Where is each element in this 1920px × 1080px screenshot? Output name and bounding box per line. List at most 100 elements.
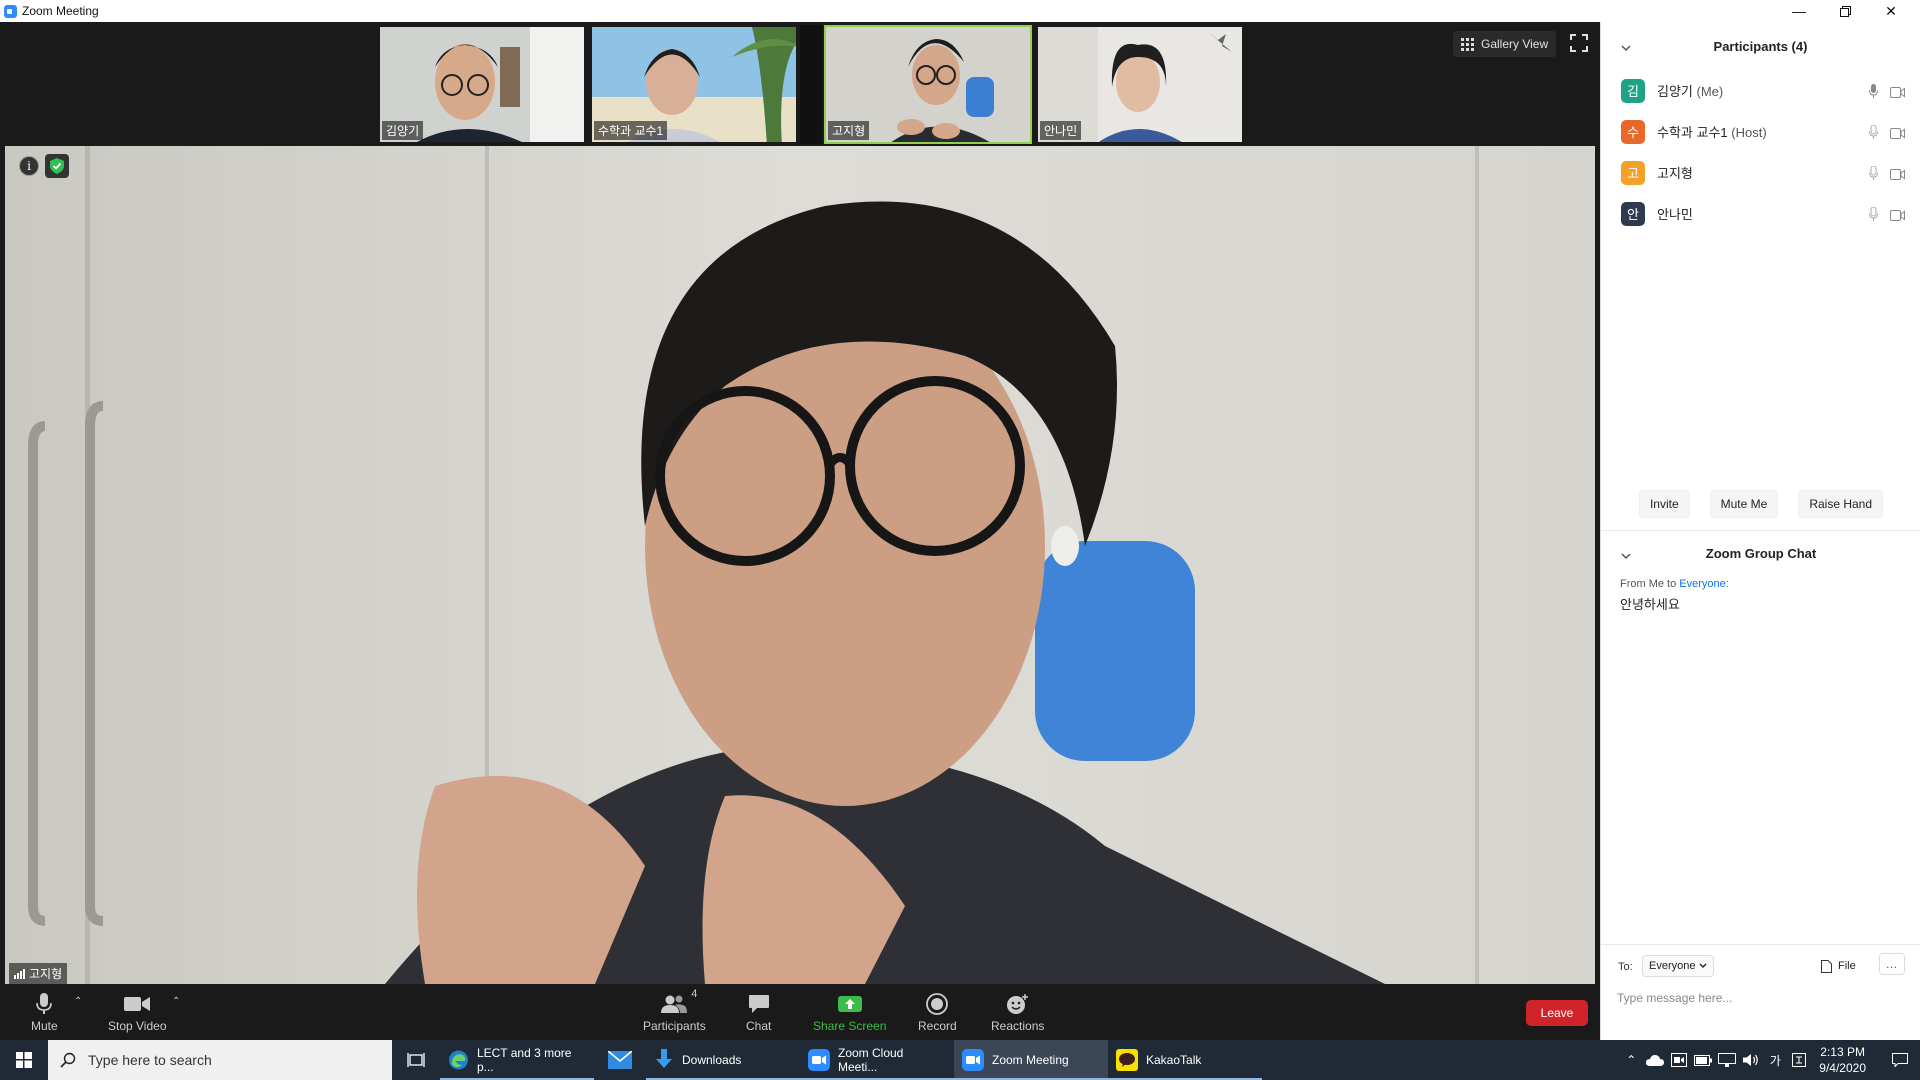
volume-icon[interactable] <box>1739 1040 1763 1080</box>
video-camera-icon[interactable] <box>1890 85 1905 103</box>
fullscreen-icon[interactable] <box>1570 34 1588 52</box>
microphone-icon <box>36 992 53 1016</box>
stop-video-button[interactable]: Stop Video <box>108 992 167 1033</box>
invite-button[interactable]: Invite <box>1638 490 1690 518</box>
taskbar-app-kakaotalk[interactable]: KakaoTalk <box>1108 1040 1262 1080</box>
restore-icon[interactable] <box>1822 0 1868 22</box>
chevron-down-icon <box>1699 963 1707 968</box>
active-speaker-video: i 고지형 <box>5 146 1595 984</box>
chat-message-input[interactable] <box>1617 987 1907 1009</box>
participant-row[interactable]: 안 안나민 <box>1601 193 1920 234</box>
show-hidden-icons-chevron-icon[interactable]: ⌃ <box>1619 1040 1643 1080</box>
close-icon[interactable]: ✕ <box>1868 0 1914 22</box>
microphone-icon[interactable] <box>1869 206 1878 226</box>
video-options-chevron-icon[interactable]: ⌃ <box>172 996 180 1007</box>
mail-icon <box>608 1051 632 1069</box>
meeting-info-icon[interactable]: i <box>19 156 39 176</box>
gallery-view-button[interactable]: Gallery View <box>1453 31 1557 57</box>
video-camera-icon[interactable] <box>1890 126 1905 144</box>
signal-strength-icon <box>14 968 25 979</box>
raise-hand-button[interactable]: Raise Hand <box>1798 490 1884 518</box>
taskbar-clock[interactable]: 2:13 PM 9/4/2020 <box>1819 1044 1866 1076</box>
participant-name: 고지형 <box>828 121 870 140</box>
ime-mode-icon[interactable] <box>1787 1040 1811 1080</box>
record-label: Record <box>918 1019 957 1033</box>
participant-row[interactable]: 고 고지형 <box>1601 152 1920 193</box>
grid-icon <box>1461 37 1474 51</box>
windows-start-icon[interactable] <box>0 1040 48 1080</box>
share-screen-button[interactable]: Share Screen <box>813 992 886 1033</box>
search-icon <box>60 1052 76 1068</box>
collapse-chevron-icon[interactable] <box>1621 41 1631 52</box>
participant-thumbnail[interactable]: 김양기 <box>378 25 586 144</box>
mute-button[interactable]: Mute <box>31 992 58 1033</box>
battery-icon[interactable] <box>1691 1040 1715 1080</box>
clock-date: 9/4/2020 <box>1819 1061 1866 1075</box>
microphone-icon[interactable] <box>1869 124 1878 144</box>
reactions-label: Reactions <box>991 1019 1045 1033</box>
onedrive-cloud-icon[interactable] <box>1643 1040 1667 1080</box>
participant-row[interactable]: 김 김양기 (Me) <box>1601 70 1920 111</box>
leave-meeting-button[interactable]: Leave <box>1526 1000 1588 1026</box>
chat-button[interactable]: Chat <box>746 992 771 1033</box>
microphone-icon[interactable] <box>1869 84 1878 103</box>
file-icon <box>1821 959 1832 973</box>
avatar: 수 <box>1621 119 1645 144</box>
download-icon <box>656 1049 672 1068</box>
video-camera-icon[interactable] <box>1890 167 1905 185</box>
taskbar-app-zoom-cloud[interactable]: Zoom Cloud Meeti... <box>800 1040 954 1080</box>
active-speaker-name: 고지형 <box>29 967 63 981</box>
zoom-icon <box>808 1049 830 1071</box>
ime-language-indicator[interactable]: 가 <box>1763 1040 1787 1080</box>
video-camera-icon <box>124 992 151 1016</box>
file-share-button[interactable]: File <box>1821 955 1856 977</box>
participants-icon: 4 <box>661 988 697 1016</box>
video-camera-icon[interactable] <box>1890 208 1905 226</box>
encryption-shield-icon[interactable] <box>45 154 69 178</box>
participants-button[interactable]: 4 Participants <box>643 988 706 1033</box>
participant-name: 수학과 교수1 <box>594 121 668 140</box>
participant-thumbnail[interactable]: 수학과 교수1 <box>590 25 798 144</box>
participant-row-name: 안나민 <box>1657 207 1693 222</box>
chat-message-text: 안녕하세요 <box>1620 597 1680 612</box>
participants-list: 김 김양기 (Me) 수 수학과 교수1 (Host) 고 고지형 안 안나민 <box>1601 70 1920 234</box>
mute-label: Mute <box>31 1019 58 1033</box>
participant-row-name: 수학과 교수1 (Host) <box>1657 125 1767 140</box>
participant-thumbnail-active[interactable]: 고지형 <box>824 25 1032 144</box>
collapse-chevron-icon[interactable] <box>1621 549 1631 559</box>
participant-row-name: 김양기 (Me) <box>1657 84 1724 99</box>
taskbar-app-downloads[interactable]: Downloads <box>646 1040 800 1080</box>
audio-options-chevron-icon[interactable]: ⌃ <box>74 996 82 1007</box>
share-screen-label: Share Screen <box>813 1019 887 1033</box>
chat-label: Chat <box>746 1019 772 1033</box>
task-view-icon[interactable] <box>392 1040 440 1080</box>
microphone-icon[interactable] <box>1869 165 1878 185</box>
participant-row[interactable]: 수 수학과 교수1 (Host) <box>1601 111 1920 152</box>
chat-recipient-select[interactable]: Everyone <box>1642 955 1715 977</box>
taskbar-app-zoom-meeting[interactable]: Zoom Meeting <box>954 1040 1108 1080</box>
chat-compose: To: Everyone File … <box>1601 944 1920 1040</box>
network-icon[interactable] <box>1715 1040 1739 1080</box>
meeting-toolbar: Mute ⌃ Stop Video ⌃ 4 Participants Chat … <box>0 986 1600 1040</box>
zoom-app-icon <box>4 4 17 18</box>
mute-me-button[interactable]: Mute Me <box>1709 490 1779 518</box>
taskbar-app-label: Downloads <box>682 1053 742 1067</box>
notifications-icon[interactable] <box>1880 1040 1920 1080</box>
taskbar-app-label: Zoom Meeting <box>992 1053 1069 1067</box>
more-options-icon[interactable]: … <box>1879 953 1905 975</box>
record-icon <box>926 992 949 1016</box>
taskbar-search[interactable]: Type here to search <box>48 1040 392 1080</box>
participant-thumbnail[interactable]: 안나민 <box>1036 25 1244 144</box>
zoom-tray-icon[interactable] <box>1667 1040 1691 1080</box>
chat-recipient-link[interactable]: Everyone: <box>1679 578 1729 590</box>
zoom-icon <box>962 1049 984 1071</box>
chat-panel-title: Zoom Group Chat <box>1705 546 1817 561</box>
minimize-icon[interactable]: — <box>1776 0 1822 22</box>
avatar: 고 <box>1621 160 1645 185</box>
taskbar-app-edge[interactable]: LECT and 3 more p... <box>440 1040 594 1080</box>
meeting-area: 김양기 수학과 교수1 고지형 안나민 Gallery View i 고지형 <box>0 22 1600 986</box>
reactions-button[interactable]: Reactions <box>991 992 1044 1033</box>
taskbar-app-mail[interactable] <box>594 1040 646 1080</box>
avatar: 김 <box>1621 78 1645 103</box>
record-button[interactable]: Record <box>918 992 957 1033</box>
